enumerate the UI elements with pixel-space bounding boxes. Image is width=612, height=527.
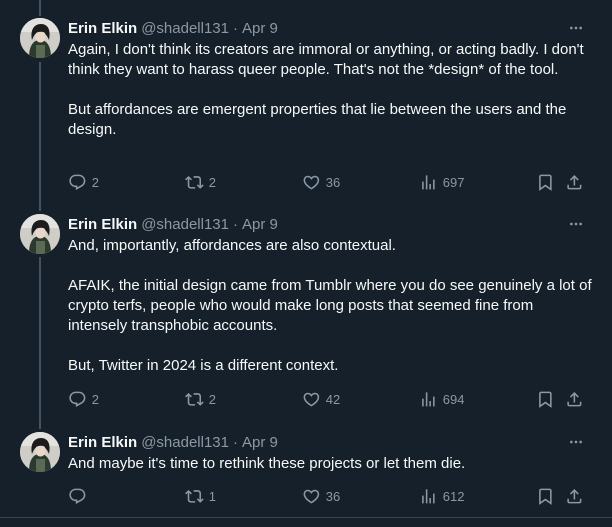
like-button[interactable]: 42 xyxy=(302,389,340,409)
views-button[interactable]: 697 xyxy=(419,172,464,192)
more-options-button[interactable] xyxy=(564,18,588,38)
avatar[interactable] xyxy=(20,432,60,472)
separator-dot: · xyxy=(232,19,238,37)
tweet-paragraph: And maybe it's time to rethink these pro… xyxy=(68,455,466,472)
view-count: 694 xyxy=(442,391,465,407)
repost-count: 1 xyxy=(208,488,216,504)
tweet-paragraph: Again, I don't think its creators are im… xyxy=(68,41,584,78)
like-button[interactable]: 36 xyxy=(302,172,340,192)
bar-chart-icon xyxy=(419,173,438,192)
reply-button[interactable] xyxy=(68,486,92,506)
bar-chart-icon xyxy=(419,487,438,506)
share-button[interactable] xyxy=(565,172,584,192)
avatar[interactable] xyxy=(20,18,60,58)
share-upload-icon xyxy=(565,173,584,192)
tweet[interactable]: Erin Elkin @shadell131 · Apr 9 Again, I … xyxy=(0,0,612,205)
tweet-paragraph: AFAIK, the initial design came from Tumb… xyxy=(68,277,592,334)
more-options-button[interactable] xyxy=(564,214,588,234)
repost-button[interactable]: 1 xyxy=(185,486,216,506)
thread-timeline: Erin Elkin @shadell131 · Apr 9 Again, I … xyxy=(0,0,612,527)
tweet-header: Erin Elkin @shadell131 · Apr 9 xyxy=(68,18,278,38)
tweet-paragraph: But affordances are emergent properties … xyxy=(68,101,567,138)
author-display-name[interactable]: Erin Elkin xyxy=(68,434,137,451)
ellipsis-icon xyxy=(568,20,584,36)
author-display-name[interactable]: Erin Elkin xyxy=(68,216,137,233)
tweet-actions: 2 2 36 697 xyxy=(68,172,598,192)
tweet[interactable]: Erin Elkin @shadell131 · Apr 9 And maybe… xyxy=(0,423,612,517)
bookmark-icon xyxy=(536,173,555,192)
bookmark-button[interactable] xyxy=(536,486,555,506)
heart-icon xyxy=(302,173,321,192)
share-button[interactable] xyxy=(565,389,584,409)
tweet[interactable]: Erin Elkin @shadell131 · Apr 9 And, impo… xyxy=(0,205,612,423)
tweet-date[interactable]: Apr 9 xyxy=(242,434,278,451)
view-count: 697 xyxy=(442,174,465,190)
heart-icon xyxy=(302,390,321,409)
thread-connector-line xyxy=(39,423,41,429)
author-handle[interactable]: @shadell131 xyxy=(141,216,229,233)
ellipsis-icon xyxy=(568,216,584,232)
reply-button[interactable]: 2 xyxy=(68,389,99,409)
tweet-date[interactable]: Apr 9 xyxy=(242,20,278,37)
tweet-actions: 2 2 42 694 xyxy=(68,389,598,409)
thread-connector-line xyxy=(39,205,41,211)
repost-arrows-icon xyxy=(185,390,204,409)
like-count: 36 xyxy=(325,488,341,504)
like-count: 42 xyxy=(325,391,341,407)
tweet-paragraph: But, Twitter in 2024 is a different cont… xyxy=(68,357,339,374)
share-upload-icon xyxy=(565,390,584,409)
tweet-header: Erin Elkin @shadell131 · Apr 9 xyxy=(68,214,278,234)
reply-count: 2 xyxy=(91,391,99,407)
tweet-text: Again, I don't think its creators are im… xyxy=(68,40,592,140)
repost-count: 2 xyxy=(208,391,216,407)
share-upload-icon xyxy=(565,487,584,506)
bookmark-icon xyxy=(536,390,555,409)
like-count: 36 xyxy=(325,174,341,190)
tweet-text: And, importantly, affordances are also c… xyxy=(68,236,592,376)
tweet-paragraph: And, importantly, affordances are also c… xyxy=(68,237,396,254)
thread-connector-line xyxy=(39,62,41,205)
avatar[interactable] xyxy=(20,214,60,254)
reply-button[interactable]: 2 xyxy=(68,172,99,192)
separator-dot: · xyxy=(232,215,238,233)
views-button[interactable]: 694 xyxy=(419,389,464,409)
share-button[interactable] xyxy=(565,486,584,506)
bookmark-button[interactable] xyxy=(536,389,555,409)
author-handle[interactable]: @shadell131 xyxy=(141,434,229,451)
bookmark-icon xyxy=(536,487,555,506)
repost-arrows-icon xyxy=(185,173,204,192)
repost-count: 2 xyxy=(208,174,216,190)
ellipsis-icon xyxy=(568,434,584,450)
bar-chart-icon xyxy=(419,390,438,409)
tweet-date[interactable]: Apr 9 xyxy=(242,216,278,233)
speech-bubble-icon xyxy=(68,390,87,409)
reply-count: 2 xyxy=(91,174,99,190)
bookmark-button[interactable] xyxy=(536,172,555,192)
heart-icon xyxy=(302,487,321,506)
speech-bubble-icon xyxy=(68,173,87,192)
repost-button[interactable]: 2 xyxy=(185,172,216,192)
tweet-header: Erin Elkin @shadell131 · Apr 9 xyxy=(68,432,278,452)
repost-button[interactable]: 2 xyxy=(185,389,216,409)
speech-bubble-icon xyxy=(68,487,87,506)
more-options-button[interactable] xyxy=(564,432,588,452)
thread-divider xyxy=(0,517,612,518)
author-display-name[interactable]: Erin Elkin xyxy=(68,20,137,37)
thread-connector-line xyxy=(39,0,41,16)
views-button[interactable]: 612 xyxy=(419,486,464,506)
separator-dot: · xyxy=(232,433,238,451)
view-count: 612 xyxy=(442,488,465,504)
tweet-actions: 1 36 612 xyxy=(68,486,598,506)
thread-connector-line xyxy=(39,257,41,423)
like-button[interactable]: 36 xyxy=(302,486,340,506)
repost-arrows-icon xyxy=(185,487,204,506)
author-handle[interactable]: @shadell131 xyxy=(141,20,229,37)
tweet-text: And maybe it's time to rethink these pro… xyxy=(68,454,592,474)
